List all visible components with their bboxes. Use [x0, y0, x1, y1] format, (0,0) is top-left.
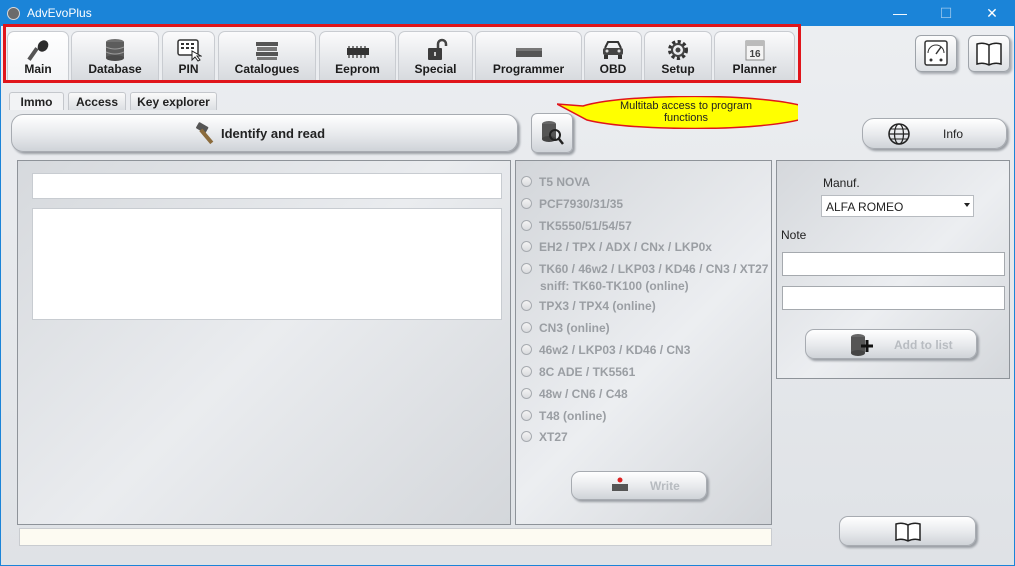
radio-button[interactable] — [521, 322, 532, 333]
add-button-label: Add to list — [894, 338, 953, 352]
add-to-list-button[interactable]: Add to list — [805, 329, 977, 359]
transponder-label: XT27 — [539, 430, 568, 444]
transponder-label: TK60 / 46w2 / LKP03 / KD46 / CN3 / XT27 — [539, 262, 769, 276]
sniff-note: sniff: TK60-TK100 (online) — [540, 279, 689, 293]
radio-button[interactable] — [521, 344, 532, 355]
callout-bubble: Multitab access to program functions — [557, 96, 798, 129]
write-button[interactable]: Write — [571, 471, 707, 500]
write-chip-icon — [612, 477, 628, 491]
transponder-label: EH2 / TPX / ADX / CNx / LKP0x — [539, 240, 712, 254]
close-button[interactable]: ✕ — [969, 1, 1015, 26]
book-icon — [976, 42, 1002, 66]
database-search-icon — [542, 121, 564, 145]
radio-button[interactable] — [521, 431, 532, 442]
client-area: Main Database PIN Catalogues Eeprom Spec… — [1, 24, 1014, 565]
transponder-label: 48w / CN6 / C48 — [539, 387, 628, 401]
radio-button[interactable] — [521, 410, 532, 421]
radio-button[interactable] — [521, 198, 532, 209]
results-panel — [17, 160, 511, 525]
radio-button[interactable] — [521, 263, 532, 274]
globe-icon — [888, 123, 910, 145]
radio-button[interactable] — [521, 220, 532, 231]
vehicle-panel: Manuf. ALFA ROMEO Note Add to list — [776, 160, 1010, 379]
radio-button[interactable] — [521, 176, 532, 187]
book-icon — [895, 522, 921, 542]
info-button-label: Info — [943, 127, 964, 141]
transponder-label: 46w2 / LKP03 / KD46 / CN3 — [539, 343, 691, 357]
transponder-label: 8C ADE / TK5561 — [539, 365, 636, 379]
info-button[interactable]: Info — [862, 118, 1007, 149]
meter-icon — [924, 40, 948, 66]
identify-and-read-button[interactable]: Identify and read — [11, 114, 518, 152]
hammer-icon — [196, 122, 214, 145]
title-bar: AdvEvoPlus — ☐ ✕ — [1, 1, 1014, 26]
manufacturer-select[interactable]: ALFA ROMEO — [821, 195, 974, 217]
note-label: Note — [781, 228, 807, 242]
app-window: AdvEvoPlus — ☐ ✕ Main Database PIN Catal… — [0, 0, 1015, 566]
radio-button[interactable] — [521, 300, 532, 311]
database-search-button[interactable] — [531, 113, 573, 153]
note-field-2[interactable] — [782, 286, 1005, 310]
transponder-panel: T5 NOVA PCF7930/31/35 TK5550/51/54/57 EH… — [515, 160, 772, 525]
identify-button-label: Identify and read — [221, 126, 326, 141]
manuf-label: Manuf. — [823, 176, 860, 190]
manufacturer-value: ALFA ROMEO — [826, 200, 904, 214]
chevron-down-icon[interactable] — [964, 203, 970, 207]
radio-button[interactable] — [521, 388, 532, 399]
transponder-label: PCF7930/31/35 — [539, 197, 624, 211]
identify-result-field[interactable] — [32, 173, 502, 199]
subtab-access[interactable]: Access — [68, 92, 126, 110]
minimize-button[interactable]: — — [877, 1, 923, 26]
tab-highlight-frame — [3, 24, 801, 83]
radio-button[interactable] — [521, 366, 532, 377]
manual-button[interactable] — [968, 35, 1010, 72]
meter-button[interactable] — [915, 35, 957, 72]
subtab-immo[interactable]: Immo — [9, 92, 64, 110]
write-button-label: Write — [650, 479, 680, 493]
transponder-label: TK5550/51/54/57 — [539, 219, 632, 233]
radio-button[interactable] — [521, 241, 532, 252]
note-field-1[interactable] — [782, 252, 1005, 276]
subtab-key-explorer[interactable]: Key explorer — [130, 92, 217, 110]
help-book-button[interactable] — [839, 516, 976, 546]
transponder-label: TPX3 / TPX4 (online) — [539, 299, 656, 313]
identify-details-box[interactable] — [32, 208, 502, 320]
callout-text: Multitab access to program functions — [619, 100, 753, 124]
transponder-label: T5 NOVA — [539, 175, 591, 189]
maximize-button[interactable]: ☐ — [923, 1, 969, 26]
transponder-label: T48 (online) — [539, 409, 607, 423]
transponder-label: CN3 (online) — [539, 321, 610, 335]
app-logo-icon — [7, 7, 20, 20]
window-title: AdvEvoPlus — [27, 6, 92, 20]
database-add-icon — [851, 334, 873, 356]
status-bar — [19, 528, 772, 546]
